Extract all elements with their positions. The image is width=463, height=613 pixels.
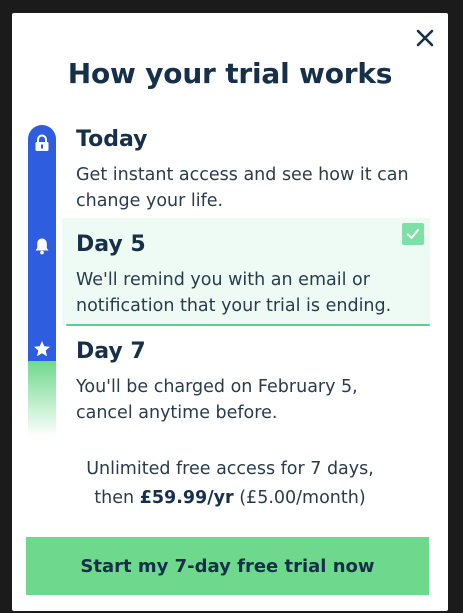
timeline-step-day7: Day 7 You'll be charged on February 5, c…	[76, 339, 416, 426]
step-icon-day7	[28, 335, 56, 363]
close-button[interactable]	[416, 29, 434, 47]
timeline-step-today: Today Get instant access and see how it …	[76, 127, 416, 214]
bell-icon	[35, 238, 49, 255]
step-icon-day5	[28, 232, 56, 260]
start-trial-button[interactable]: Start my 7-day free trial now	[26, 537, 429, 595]
lock-icon	[35, 134, 49, 151]
timeline-step-day5: Day 5 We'll remind you with an email or …	[76, 232, 416, 319]
step-description: You'll be charged on February 5, cancel …	[76, 377, 358, 423]
pricing-monthly: (£5.00/month)	[239, 488, 366, 508]
close-icon	[416, 29, 434, 47]
pricing-text: Unlimited free access for 7 days, then £…	[12, 455, 448, 513]
step-title: Day 7	[76, 339, 146, 364]
pricing-line-1: Unlimited free access for 7 days,	[86, 459, 374, 479]
trial-modal: How your trial works Today Get instant a	[12, 13, 448, 611]
step-title: Today	[76, 127, 148, 152]
pricing-then: then	[94, 488, 135, 508]
step-icon-today	[28, 129, 56, 157]
pricing-line-2: then £59.99/yr (£5.00/month)	[12, 484, 448, 513]
pricing-yearly: £59.99/yr	[139, 488, 234, 508]
highlight-underline	[66, 324, 430, 326]
modal-title: How your trial works	[67, 57, 393, 90]
star-icon	[34, 341, 50, 357]
timeline-rail	[28, 125, 56, 437]
step-description: Get instant access and see how it can ch…	[76, 165, 409, 211]
step-description: We'll remind you with an email or notifi…	[76, 270, 392, 316]
step-title: Day 5	[76, 232, 146, 257]
